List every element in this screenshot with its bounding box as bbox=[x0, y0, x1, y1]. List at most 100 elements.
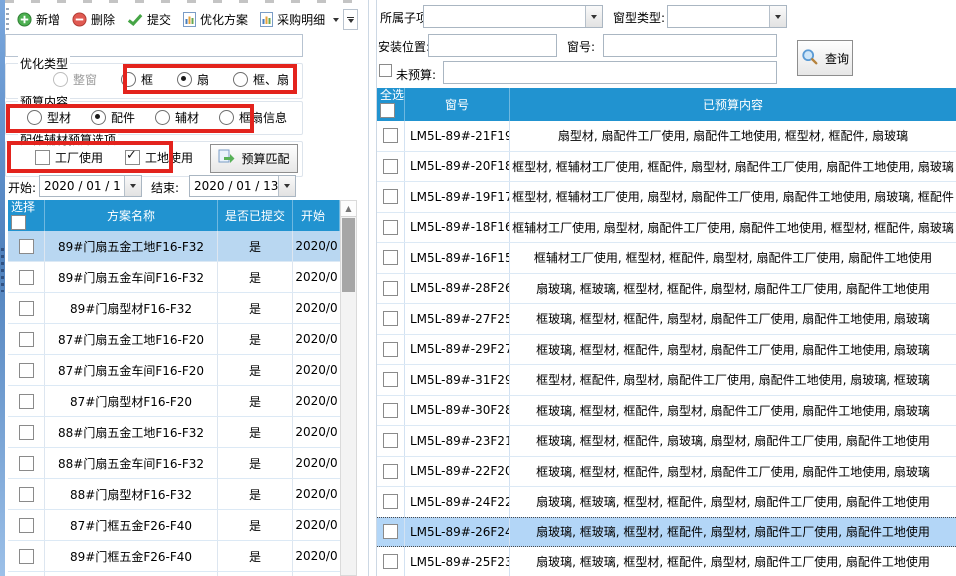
plan-table-row[interactable]: 87#门框五金F26-F40是2020/0 bbox=[8, 510, 340, 541]
radio-icon[interactable] bbox=[233, 72, 248, 87]
window-table-row[interactable]: LM5L-89#-23F21框玻璃, 框型材, 框配件, 扇玻璃, 扇型材, 扇… bbox=[377, 426, 956, 457]
row-checkbox[interactable] bbox=[19, 332, 34, 347]
radio-icon[interactable] bbox=[219, 110, 234, 125]
start-date-dropdown-button[interactable] bbox=[124, 176, 141, 196]
no-budget-input[interactable] bbox=[444, 62, 776, 83]
scrollbar-thumb[interactable] bbox=[342, 218, 355, 292]
install-position-input[interactable] bbox=[429, 35, 556, 56]
row-checkbox[interactable] bbox=[383, 220, 398, 235]
window-table-row[interactable]: LM5L-89#-18F16框辅材工厂使用, 扇型材, 扇配件工厂使用, 扇配件… bbox=[377, 213, 956, 244]
row-checkbox[interactable] bbox=[383, 250, 398, 265]
row-checkbox[interactable] bbox=[383, 403, 398, 418]
row-checkbox[interactable] bbox=[383, 159, 398, 174]
plan-table-row[interactable]: 87#门扇型材F16-F20是2020/0 bbox=[8, 386, 340, 417]
plan-table-row[interactable]: 88#门扇五金车间F16-F32是2020/0 bbox=[8, 448, 340, 479]
window-no-input[interactable] bbox=[604, 35, 776, 56]
window-table-row[interactable]: LM5L-89#-27F25框玻璃, 框型材, 框配件, 扇型材, 扇配件工厂使… bbox=[377, 304, 956, 335]
row-checkbox[interactable] bbox=[383, 128, 398, 143]
plan-table-row[interactable]: 88#门框五金F21-F40是2020/0 bbox=[8, 572, 340, 576]
plan-table-row[interactable]: 89#门扇型材F16-F32是2020/0 bbox=[8, 293, 340, 324]
row-checkbox[interactable] bbox=[383, 189, 398, 204]
select-all-plans-checkbox[interactable] bbox=[11, 215, 26, 230]
row-checkbox[interactable] bbox=[383, 281, 398, 296]
plan-table-row[interactable]: 87#门扇五金车间F16-F20是2020/0 bbox=[8, 355, 340, 386]
splitter-grip[interactable] bbox=[1, 248, 4, 292]
window-table-row[interactable]: LM5L-89#-29F27框玻璃, 框型材, 框配件, 扇型材, 扇配件工厂使… bbox=[377, 335, 956, 366]
radio-option-型材[interactable]: 型材 bbox=[27, 109, 71, 126]
plan-table-row[interactable]: 88#门扇五金工地F16-F32是2020/0 bbox=[8, 417, 340, 448]
radio-icon[interactable] bbox=[155, 110, 170, 125]
row-checkbox[interactable] bbox=[19, 301, 34, 316]
row-checkbox[interactable] bbox=[19, 239, 34, 254]
purchase-detail-button[interactable]: 采购明细 bbox=[257, 8, 342, 31]
radio-icon[interactable] bbox=[177, 72, 192, 87]
scroll-up-button[interactable]: ▲ bbox=[341, 201, 356, 217]
row-checkbox[interactable] bbox=[19, 487, 34, 502]
no-budget-box[interactable] bbox=[443, 61, 777, 84]
row-checkbox[interactable] bbox=[383, 311, 398, 326]
plan-table-row[interactable]: 89#门扇五金车间F16-F32是2020/0 bbox=[8, 262, 340, 293]
plan-table-row[interactable]: 89#门扇五金工地F16-F32是2020/0 bbox=[8, 231, 340, 262]
delete-button[interactable]: 删除 bbox=[69, 8, 118, 31]
row-checkbox[interactable] bbox=[383, 524, 398, 539]
window-no-box[interactable] bbox=[603, 34, 777, 57]
select-all-windows-checkbox[interactable] bbox=[380, 103, 395, 118]
sub-item-dropdown-button[interactable] bbox=[585, 6, 602, 27]
start-date-picker[interactable]: 2020 / 01 / 1 bbox=[39, 175, 142, 197]
radio-icon[interactable] bbox=[91, 110, 106, 125]
toolbar-overflow-button[interactable] bbox=[343, 9, 358, 30]
row-checkbox[interactable] bbox=[383, 342, 398, 357]
install-position-box[interactable] bbox=[428, 34, 557, 57]
window-table-row[interactable]: LM5L-89#-31F29框型材, 框配件, 扇型材, 扇配件工厂使用, 扇配… bbox=[377, 365, 956, 396]
plan-filter-box[interactable] bbox=[5, 34, 303, 57]
radio-icon[interactable] bbox=[121, 72, 136, 87]
submit-button[interactable]: 提交 bbox=[124, 8, 174, 31]
plan-table-scrollbar[interactable]: ▲ bbox=[340, 200, 357, 576]
plan-table-row[interactable]: 87#门扇五金工地F16-F20是2020/0 bbox=[8, 324, 340, 355]
window-type-dropdown[interactable] bbox=[667, 5, 787, 28]
checkbox-option-工地使用[interactable]: 工地使用 bbox=[125, 149, 193, 166]
add-button[interactable]: 新增 bbox=[14, 8, 63, 31]
window-table-row[interactable]: LM5L-89#-28F26扇玻璃, 框玻璃, 框型材, 框配件, 扇型材, 扇… bbox=[377, 274, 956, 305]
row-checkbox[interactable] bbox=[383, 494, 398, 509]
plan-table-row[interactable]: 88#门扇型材F16-F32是2020/0 bbox=[8, 479, 340, 510]
row-checkbox[interactable] bbox=[383, 554, 398, 569]
radio-option-框[interactable]: 框 bbox=[121, 71, 153, 88]
budget-match-button[interactable]: 预算匹配 bbox=[210, 144, 298, 173]
row-checkbox[interactable] bbox=[383, 372, 398, 387]
window-type-dropdown-button[interactable] bbox=[769, 6, 786, 27]
window-table-row[interactable]: LM5L-89#-22F20框玻璃, 框型材, 框配件, 扇型材, 扇配件工厂使… bbox=[377, 457, 956, 488]
radio-option-配件[interactable]: 配件 bbox=[91, 109, 135, 126]
panel-splitter[interactable] bbox=[368, 0, 377, 576]
window-table-row[interactable]: LM5L-89#-16F15框辅材工厂使用, 框型材, 框配件, 扇型材, 扇配… bbox=[377, 243, 956, 274]
row-checkbox[interactable] bbox=[19, 456, 34, 471]
window-table-row[interactable]: LM5L-89#-21F19扇型材, 扇配件工厂使用, 扇配件工地使用, 框型材… bbox=[377, 121, 956, 152]
window-table-row[interactable]: LM5L-89#-24F22扇玻璃, 框玻璃, 框型材, 框配件, 扇型材, 扇… bbox=[377, 487, 956, 518]
checkbox-icon[interactable] bbox=[35, 150, 50, 165]
radio-icon[interactable] bbox=[27, 110, 42, 125]
search-button[interactable]: 查询 bbox=[797, 40, 853, 76]
checkbox-icon[interactable] bbox=[125, 150, 140, 165]
window-table-row[interactable]: LM5L-89#-26F24扇玻璃, 框玻璃, 框型材, 框配件, 扇型材, 扇… bbox=[377, 517, 956, 548]
row-checkbox[interactable] bbox=[19, 363, 34, 378]
row-checkbox[interactable] bbox=[19, 518, 34, 533]
end-date-picker[interactable]: 2020 / 01 / 13 bbox=[189, 175, 296, 197]
optimize-plan-button[interactable]: 优化方案 bbox=[180, 8, 251, 31]
plan-filter-input[interactable] bbox=[6, 35, 302, 56]
end-date-dropdown-button[interactable] bbox=[278, 176, 295, 196]
radio-option-框扇信息[interactable]: 框扇信息 bbox=[219, 109, 287, 126]
window-table-row[interactable]: LM5L-89#-19F17框型材, 框辅材工厂使用, 扇型材, 扇配件工厂使用… bbox=[377, 182, 956, 213]
row-checkbox[interactable] bbox=[383, 464, 398, 479]
row-checkbox[interactable] bbox=[19, 549, 34, 564]
window-table-row[interactable]: LM5L-89#-25F23扇玻璃, 框玻璃, 框型材, 框配件, 扇型材, 扇… bbox=[377, 547, 956, 576]
toolbar-grip[interactable] bbox=[6, 8, 9, 30]
window-table-row[interactable]: LM5L-89#-20F18框型材, 框辅材工厂使用, 框配件, 扇型材, 扇配… bbox=[377, 152, 956, 183]
radio-option-辅材[interactable]: 辅材 bbox=[155, 109, 199, 126]
sub-item-dropdown[interactable] bbox=[423, 5, 603, 28]
window-table-row[interactable]: LM5L-89#-30F28框玻璃, 框型材, 框配件, 扇型材, 扇配件工厂使… bbox=[377, 396, 956, 427]
row-checkbox[interactable] bbox=[383, 433, 398, 448]
checkbox-option-工厂使用[interactable]: 工厂使用 bbox=[35, 149, 103, 166]
no-budget-checkbox[interactable] bbox=[379, 64, 392, 77]
row-checkbox[interactable] bbox=[19, 394, 34, 409]
plan-table-row[interactable]: 89#门框五金F26-F40是2020/0 bbox=[8, 541, 340, 572]
